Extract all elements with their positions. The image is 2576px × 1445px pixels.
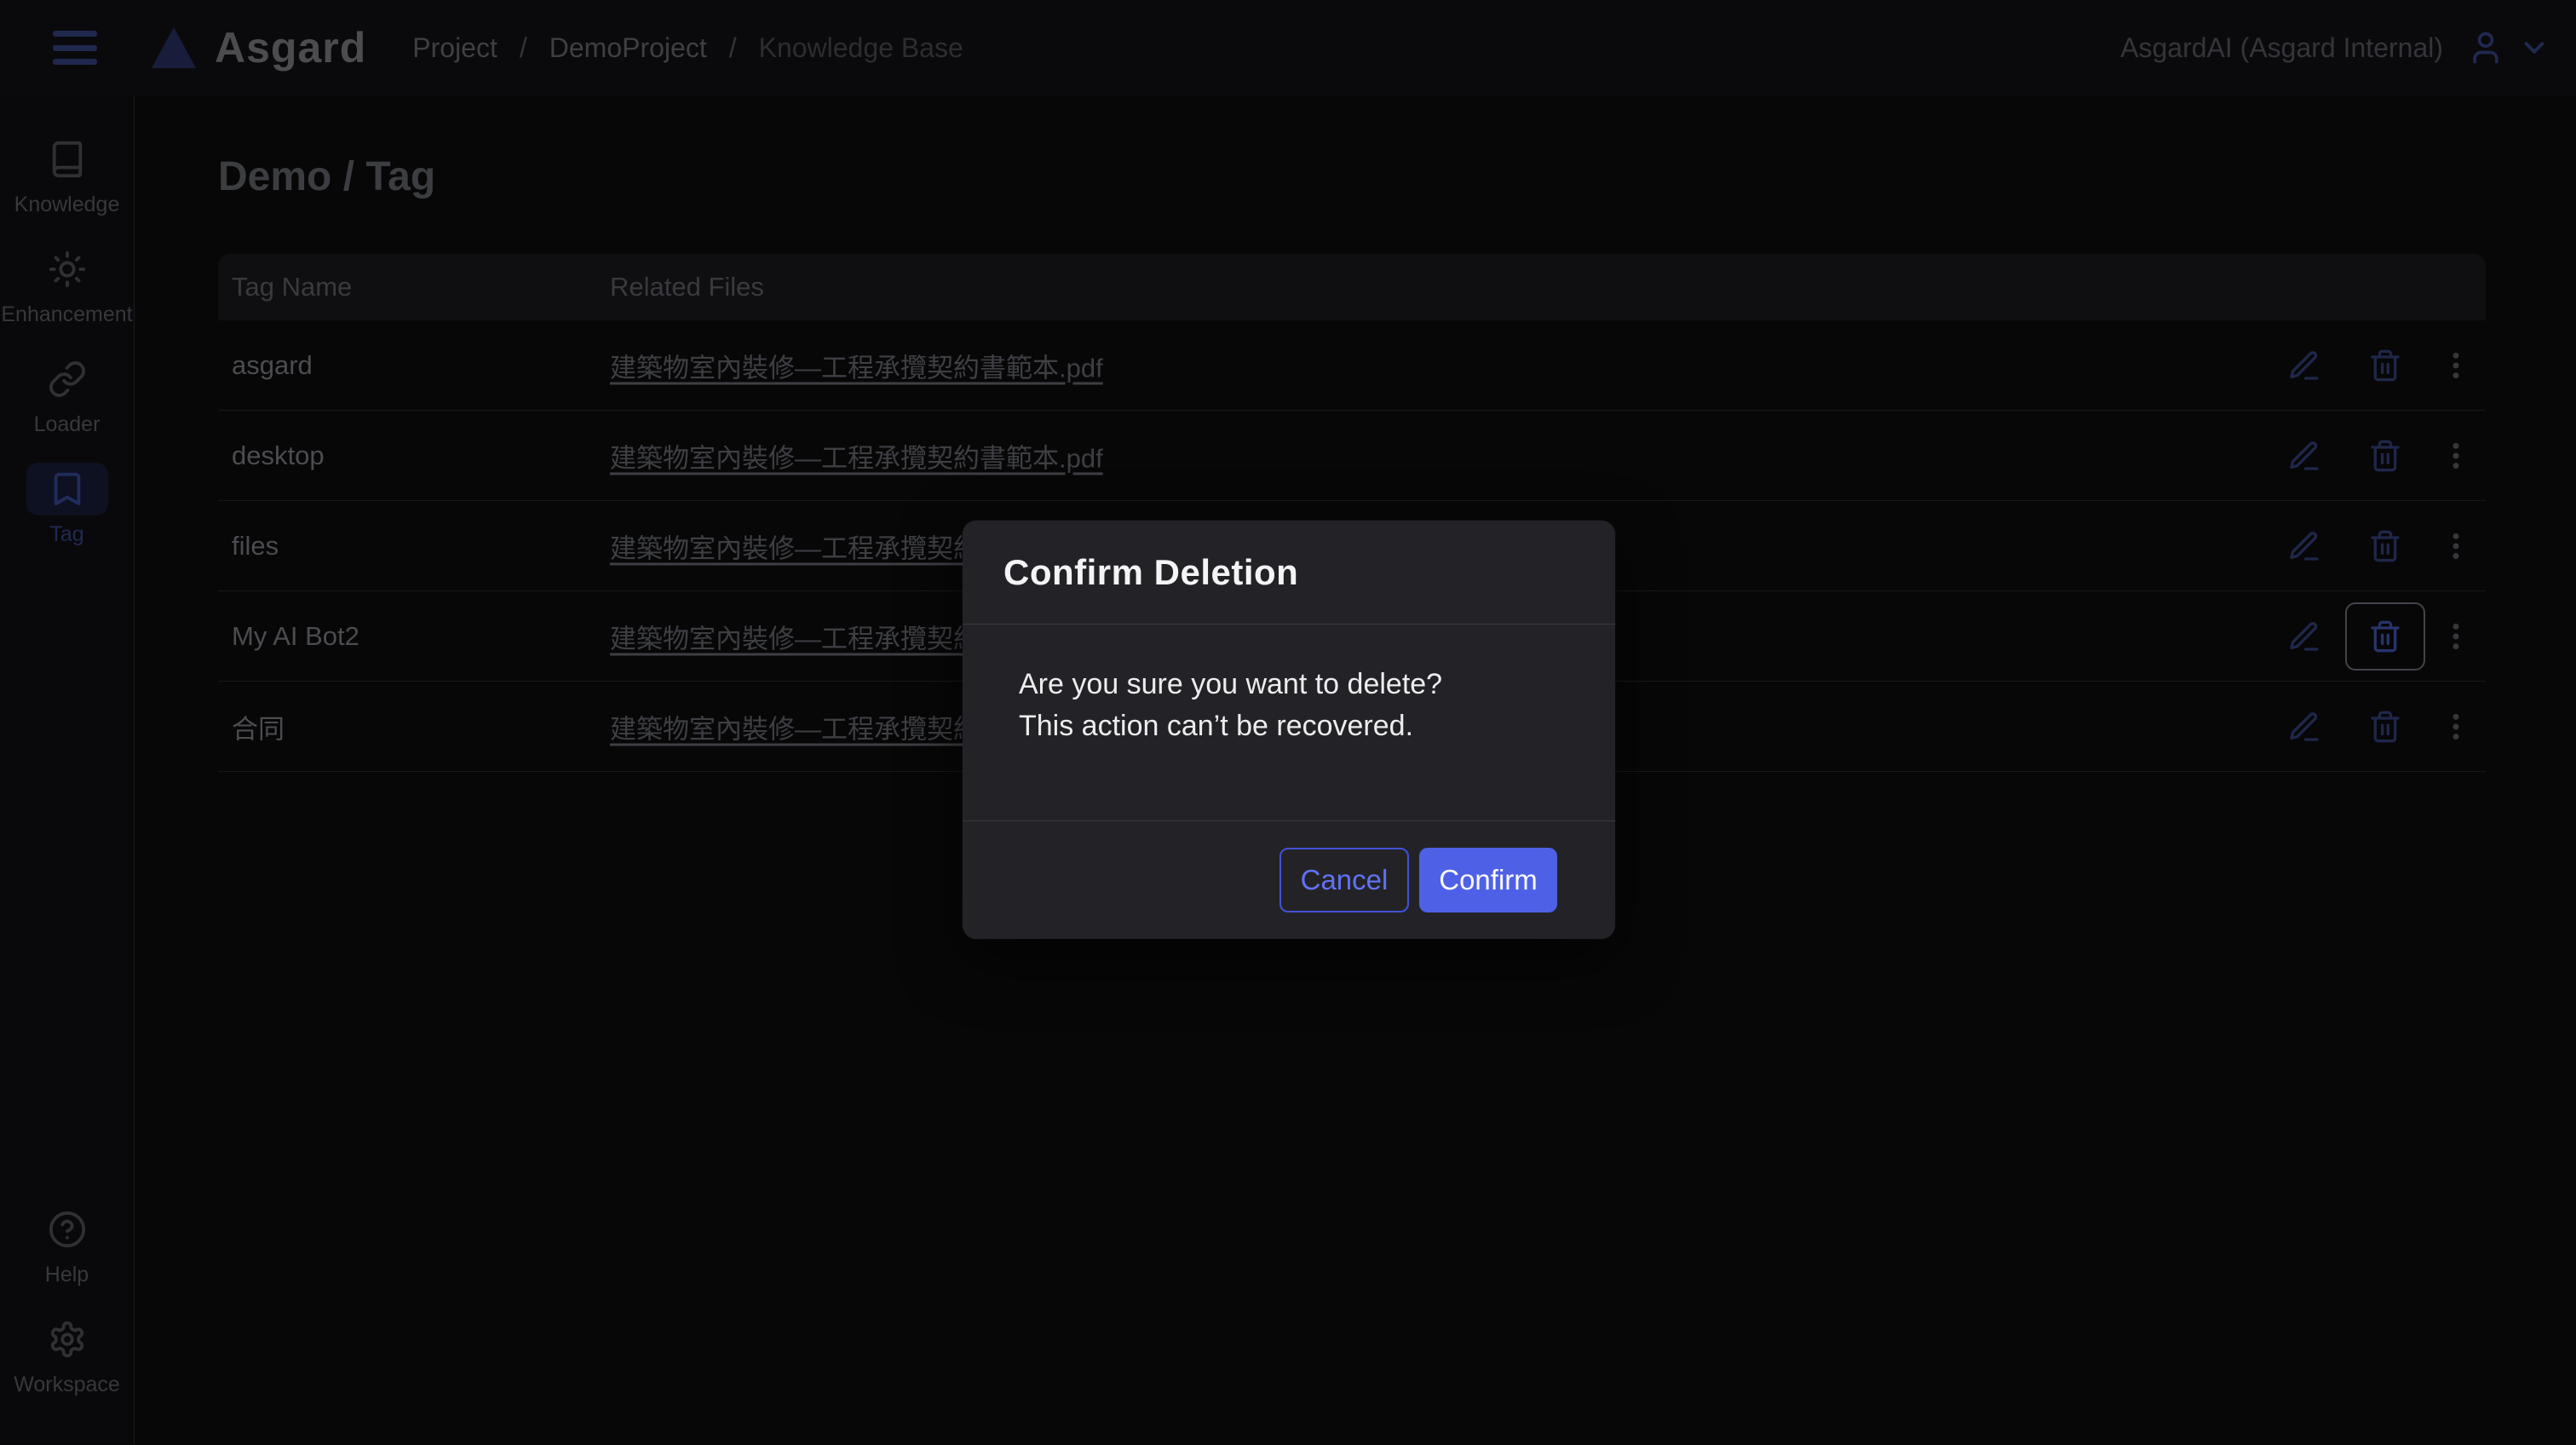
sidebar-item-workspace[interactable]: Workspace [3,1313,131,1397]
edit-button[interactable] [2286,347,2323,384]
delete-button[interactable] [2366,527,2404,565]
confirm-deletion-modal: Confirm Deletion Are you sure you want t… [963,521,1615,939]
delete-button[interactable] [2366,708,2404,746]
menu-icon[interactable] [53,31,97,65]
tag-name-cell: My AI Bot2 [232,621,359,652]
modal-title: Confirm Deletion [1003,552,1298,593]
gear-icon [26,1313,108,1366]
related-file-link[interactable]: 建築物室內裝修—工程承攬契約書範本.pdf [610,346,1103,384]
sidebar-item-label: Enhancement [1,302,132,327]
page-title: Demo / Tag [218,153,435,200]
cancel-button[interactable]: Cancel [1279,848,1409,912]
breadcrumb: Project / DemoProject / Knowledge Base [412,32,963,64]
modal-body: Are you sure you want to delete? This ac… [963,625,1615,747]
modal-header: Confirm Deletion [963,521,1615,625]
sidebar-item-label: Knowledge [14,193,120,217]
sidebar-footer-items: Help Workspace [3,1203,131,1445]
table-header: Tag Name Related Files [218,254,2486,320]
more-actions-button[interactable] [2437,618,2475,655]
sidebar-item-help[interactable]: Help [3,1203,131,1287]
more-actions-button[interactable] [2437,527,2475,565]
topbar: Asgard Project / DemoProject / Knowledge… [0,0,2576,95]
user-menu[interactable]: AsgardAI (Asgard Internal) [2120,29,2550,66]
help-circle-icon [26,1203,108,1256]
sidebar-main-items: Knowledge Enhancement Loader Tag [3,95,131,573]
user-label: AsgardAI (Asgard Internal) [2120,32,2443,64]
tag-name-cell: desktop [232,440,325,471]
edit-button[interactable] [2286,527,2323,565]
breadcrumb-knowledge-base: Knowledge Base [759,32,963,64]
sidebar-item-label: Tag [49,522,83,547]
sidebar-item-label: Help [45,1263,89,1287]
sidebar-item-label: Loader [34,412,101,437]
sidebar-item-loader[interactable]: Loader [3,353,131,437]
brand-name: Asgard [215,23,366,72]
column-header-tag-name: Tag Name [232,272,352,302]
bookmark-icon [26,463,108,515]
sun-icon [26,243,108,296]
table-row: desktop 建築物室內裝修—工程承攬契約書範本.pdf [218,411,2486,501]
book-icon [26,133,108,186]
link-icon [26,353,108,406]
sidebar-item-enhancement[interactable]: Enhancement [3,243,131,327]
table-row: asgard 建築物室內裝修—工程承攬契約書範本.pdf [218,320,2486,411]
sidebar-item-knowledge[interactable]: Knowledge [3,133,131,217]
breadcrumb-demoproject[interactable]: DemoProject [549,32,707,64]
delete-button[interactable] [2366,347,2404,384]
more-actions-button[interactable] [2437,708,2475,746]
more-actions-button[interactable] [2437,347,2475,384]
brand-logo[interactable]: Asgard [152,23,366,72]
breadcrumb-separator: / [520,32,527,64]
related-file-link[interactable]: 建築物室內裝修—工程承攬契約書範本.pdf [610,436,1103,475]
modal-message-line2: This action can’t be recovered. [1019,705,1559,747]
modal-message-line1: Are you sure you want to delete? [1019,664,1559,705]
breadcrumb-project[interactable]: Project [412,32,497,64]
triangle-logo-icon [152,27,196,68]
edit-button[interactable] [2286,437,2323,475]
edit-button[interactable] [2286,708,2323,746]
confirm-button[interactable]: Confirm [1419,848,1557,912]
tag-name-cell: 合同 [232,707,285,746]
sidebar-item-label: Workspace [14,1373,120,1397]
delete-button[interactable] [2366,437,2404,475]
user-icon [2467,29,2504,66]
sidebar-item-tag[interactable]: Tag [3,463,131,547]
sidebar: Knowledge Enhancement Loader Tag Help Worksp… [0,95,135,1445]
delete-button[interactable] [2345,602,2425,671]
tag-name-cell: files [232,531,279,561]
tag-name-cell: asgard [232,350,313,381]
chevron-down-icon [2518,32,2550,64]
column-header-related-files: Related Files [610,272,764,302]
more-actions-button[interactable] [2437,437,2475,475]
breadcrumb-separator: / [729,32,737,64]
modal-footer: Cancel Confirm [963,820,1615,939]
edit-button[interactable] [2286,618,2323,655]
